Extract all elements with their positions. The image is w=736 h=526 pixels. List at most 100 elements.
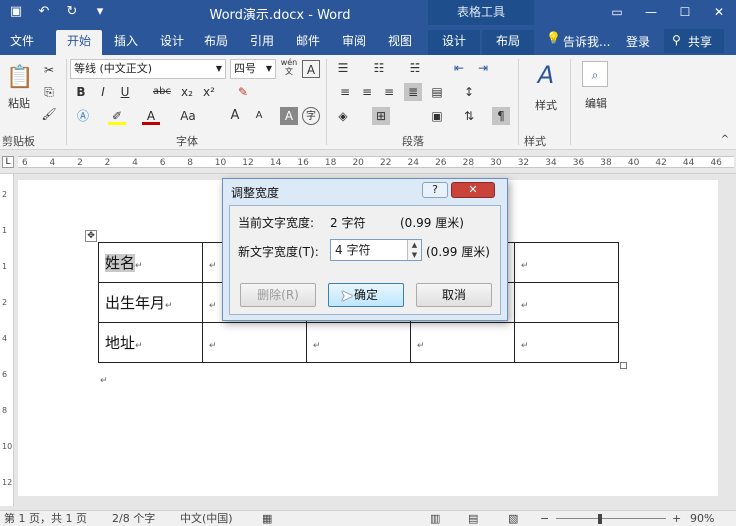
align-center-icon[interactable]: ≡: [358, 83, 376, 101]
text-effects-icon[interactable]: Ⓐ: [74, 107, 92, 125]
tab-references[interactable]: 引用: [242, 30, 282, 55]
tab-table-layout[interactable]: 布局: [482, 30, 534, 55]
horizontal-ruler[interactable]: L 6 4 2 2 4 6 8 10 12 14 16 18 20 22 24 26 28 30 32 34 36 38 4…: [0, 150, 736, 174]
zoom-slider[interactable]: [556, 518, 666, 519]
multilevel-list-icon[interactable]: ☵: [406, 59, 424, 77]
print-layout-icon[interactable]: ▤: [468, 512, 478, 526]
paste-icon[interactable]: 📋: [6, 63, 33, 93]
styles-label[interactable]: 样式: [528, 97, 564, 113]
tab-table-design[interactable]: 设计: [428, 30, 480, 55]
language-indicator[interactable]: 中文(中国): [180, 512, 233, 526]
zoom-in-icon[interactable]: +: [672, 512, 681, 526]
dialog-body: 当前文字宽度: 2 字符 (0.99 厘米) 新文字宽度(T): 4 字符 ▲ ▼…: [229, 205, 501, 315]
current-width-label: 当前文字宽度:: [238, 216, 315, 230]
character-shading-icon[interactable]: A: [280, 107, 298, 125]
borders-icon[interactable]: ⊞: [372, 107, 390, 125]
login-link[interactable]: 登录: [626, 33, 650, 50]
table-cell[interactable]: ↵: [514, 242, 619, 283]
align-left-icon[interactable]: ≡: [336, 83, 354, 101]
paste-label[interactable]: 粘贴: [4, 95, 34, 111]
table-move-handle-icon[interactable]: ✥: [85, 230, 97, 242]
tab-design[interactable]: 设计: [152, 30, 192, 55]
minimize-icon[interactable]: —: [634, 0, 668, 25]
shading-icon[interactable]: ◈: [334, 107, 352, 125]
table-cell[interactable]: 出生年月↵: [98, 282, 203, 323]
vertical-ruler[interactable]: 2 1 1 2 4 6 8 10 12: [0, 174, 14, 506]
new-width-input[interactable]: 4 字符 ▲ ▼: [330, 239, 422, 261]
tab-mailings[interactable]: 邮件: [288, 30, 328, 55]
underline-icon[interactable]: U: [116, 83, 134, 101]
zoom-out-icon[interactable]: −: [540, 512, 549, 526]
enclose-characters-icon[interactable]: 字: [302, 107, 320, 125]
sort-icon[interactable]: ⇅: [460, 107, 478, 125]
phonetic-guide-icon[interactable]: wén 文: [280, 58, 298, 76]
lightbulb-icon: 💡: [546, 31, 561, 45]
tab-insert[interactable]: 插入: [106, 30, 146, 55]
tab-file[interactable]: 文件: [4, 30, 40, 55]
italic-icon[interactable]: I: [94, 83, 112, 101]
grow-font-icon[interactable]: A: [226, 107, 244, 125]
cell-text: 姓名: [105, 254, 136, 272]
web-layout-icon[interactable]: ▧: [508, 512, 518, 526]
cancel-button[interactable]: 取消: [416, 283, 492, 307]
styles-icon[interactable]: A: [532, 59, 560, 91]
tab-review[interactable]: 审阅: [334, 30, 374, 55]
read-mode-icon[interactable]: ▥: [430, 512, 440, 526]
table-cell[interactable]: ↵: [306, 322, 411, 363]
superscript-icon[interactable]: x²: [200, 83, 218, 101]
zoom-level[interactable]: 90%: [690, 512, 714, 526]
table-cell[interactable]: ↵: [514, 282, 619, 323]
tell-me-box[interactable]: 告诉我...: [563, 33, 610, 50]
table-resize-handle[interactable]: [620, 362, 627, 369]
table-cell[interactable]: ↵: [202, 322, 307, 363]
macro-icon[interactable]: ▦: [262, 512, 272, 526]
justify-icon[interactable]: ≣: [404, 83, 422, 101]
zoom-slider-thumb[interactable]: [598, 514, 602, 524]
collapse-ribbon-icon[interactable]: ^: [716, 131, 734, 149]
close-button[interactable]: ✕: [451, 182, 495, 198]
table-cell[interactable]: 地址↵: [98, 322, 203, 363]
tab-view[interactable]: 视图: [380, 30, 420, 55]
increase-indent-icon[interactable]: ⇥: [474, 59, 492, 77]
word-count[interactable]: 2/8 个字: [112, 512, 155, 526]
line-spacing-icon[interactable]: ↕: [460, 83, 478, 101]
editing-label[interactable]: 编辑: [578, 95, 614, 111]
font-color-icon[interactable]: A: [142, 107, 160, 125]
clear-formatting-icon[interactable]: ✎: [234, 83, 252, 101]
bold-icon[interactable]: B: [72, 83, 90, 101]
copy-icon[interactable]: ⎘: [40, 83, 58, 101]
numbering-icon[interactable]: ☷: [370, 59, 388, 77]
delete-button[interactable]: 删除(R): [240, 283, 316, 307]
subscript-icon[interactable]: x₂: [178, 83, 196, 101]
tab-layout[interactable]: 布局: [196, 30, 236, 55]
table-cell[interactable]: ↵: [410, 322, 515, 363]
ribbon-display-icon[interactable]: ▭: [600, 0, 634, 25]
spinner-icon[interactable]: ▲ ▼: [407, 240, 421, 260]
share-button[interactable]: ⚲ 共享: [664, 29, 724, 53]
cut-icon[interactable]: ✂: [40, 61, 58, 79]
ruler-number: 2: [2, 190, 8, 199]
tab-selector-icon[interactable]: L: [2, 156, 14, 168]
format-painter-icon[interactable]: 🖌: [40, 105, 58, 123]
help-button[interactable]: ?: [422, 182, 448, 198]
font-name-box[interactable]: 等线 (中文正文) ▼: [70, 59, 226, 79]
character-border-icon[interactable]: A: [302, 60, 320, 78]
maximize-icon[interactable]: ☐: [668, 0, 702, 25]
bullets-icon[interactable]: ☰: [334, 59, 352, 77]
table-cell[interactable]: 姓名↵: [98, 242, 203, 283]
distributed-icon[interactable]: ▤: [428, 83, 446, 101]
page-count[interactable]: 第 1 页，共 1 页: [4, 512, 87, 526]
shrink-font-icon[interactable]: A: [250, 107, 268, 125]
table-cell[interactable]: ↵: [514, 322, 619, 363]
align-right-icon[interactable]: ≡: [380, 83, 398, 101]
highlight-icon[interactable]: ✐: [108, 107, 126, 125]
close-icon[interactable]: ✕: [702, 0, 736, 25]
show-marks-icon[interactable]: ¶: [492, 107, 510, 125]
asian-layout-icon[interactable]: ▣: [428, 107, 446, 125]
tab-home[interactable]: 开始: [56, 30, 102, 55]
change-case-icon[interactable]: Aa: [176, 107, 200, 125]
decrease-indent-icon[interactable]: ⇤: [450, 59, 468, 77]
font-size-box[interactable]: 四号 ▼: [230, 59, 276, 79]
strikethrough-icon[interactable]: abc: [150, 83, 174, 101]
find-icon[interactable]: ⌕: [582, 61, 608, 87]
